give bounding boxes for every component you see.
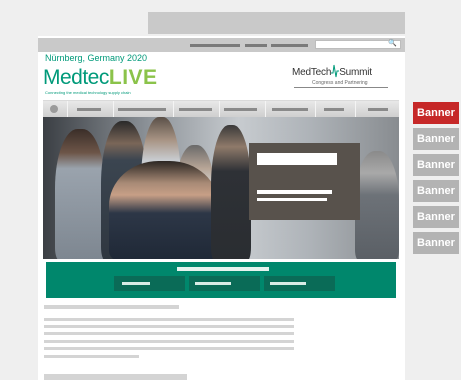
promo-bar [46, 262, 396, 298]
promo-button-label [195, 282, 231, 285]
summit-logo-text: MedTech Summit [292, 63, 372, 79]
utility-bar: 🔍 [38, 38, 405, 52]
utility-link[interactable] [245, 44, 267, 47]
nav-item-label [324, 108, 344, 111]
medtech-summit-logo[interactable]: MedTech Summit Congress and Partnering [292, 60, 390, 88]
content-line [44, 325, 294, 328]
promo-button[interactable] [264, 276, 335, 291]
banner-ad[interactable]: Banner [413, 232, 459, 254]
hero-overlay-title [257, 153, 337, 165]
promo-button[interactable] [189, 276, 260, 291]
pulse-icon [331, 64, 340, 78]
content-line [44, 355, 139, 358]
hero-overlay-box [249, 143, 360, 220]
nav-home[interactable] [45, 102, 65, 116]
logo-accent: LIVE [108, 66, 158, 89]
promo-title [177, 267, 269, 271]
nav-item-label [272, 108, 308, 111]
banner-ad[interactable]: Banner [413, 128, 459, 150]
nav-item[interactable] [113, 101, 172, 117]
promo-button[interactable] [114, 276, 185, 291]
main-nav [43, 100, 399, 117]
promo-button-label [122, 282, 150, 285]
content-line [44, 332, 294, 335]
summit-logo-subtitle: Congress and Partnering [312, 80, 368, 86]
nav-item-label [224, 108, 257, 111]
tagline: Connecting the medical technology supply… [45, 90, 131, 95]
attendee-figure [55, 129, 105, 259]
banner-ad[interactable]: Banner [413, 180, 459, 202]
utility-link[interactable] [271, 44, 308, 47]
content-line [44, 340, 294, 343]
logo-main: Medtec [43, 66, 109, 89]
attendee-figure [211, 125, 251, 259]
nav-item-label [118, 108, 166, 111]
nav-item[interactable] [173, 101, 218, 117]
nav-item[interactable] [265, 101, 314, 117]
search-input[interactable]: 🔍 [315, 40, 401, 49]
banner-ad[interactable]: Banner [413, 154, 459, 176]
content-heading [44, 374, 187, 380]
content-line [44, 347, 294, 350]
medteclive-logo[interactable]: MedtecLIVE [43, 66, 158, 90]
event-date: Nürnberg, Germany 2020 [45, 53, 148, 63]
attendee-figure [355, 151, 399, 259]
nav-item-label [179, 108, 212, 111]
utility-link[interactable] [190, 44, 240, 47]
summit-logo-main: MedTech [292, 67, 332, 78]
content-heading [44, 305, 179, 309]
promo-button-label [270, 282, 306, 285]
nav-item-label [368, 108, 388, 111]
nav-item[interactable] [219, 101, 264, 117]
home-icon [50, 105, 58, 113]
nav-item[interactable] [355, 101, 399, 117]
summit-logo-underline [294, 87, 388, 88]
nav-item[interactable] [315, 101, 354, 117]
hero-overlay-line [257, 198, 327, 201]
hero-overlay-line [257, 190, 332, 194]
summit-logo-accent: Summit [339, 67, 372, 78]
top-ad-placeholder [148, 12, 405, 34]
nav-item-label [77, 108, 101, 111]
nav-item[interactable] [67, 101, 112, 117]
attendee-figure-main [109, 161, 219, 259]
search-icon[interactable]: 🔍 [388, 39, 397, 48]
banner-ad[interactable]: Banner [413, 206, 459, 228]
content-line [44, 318, 294, 321]
banner-ad[interactable]: Banner [413, 102, 459, 124]
